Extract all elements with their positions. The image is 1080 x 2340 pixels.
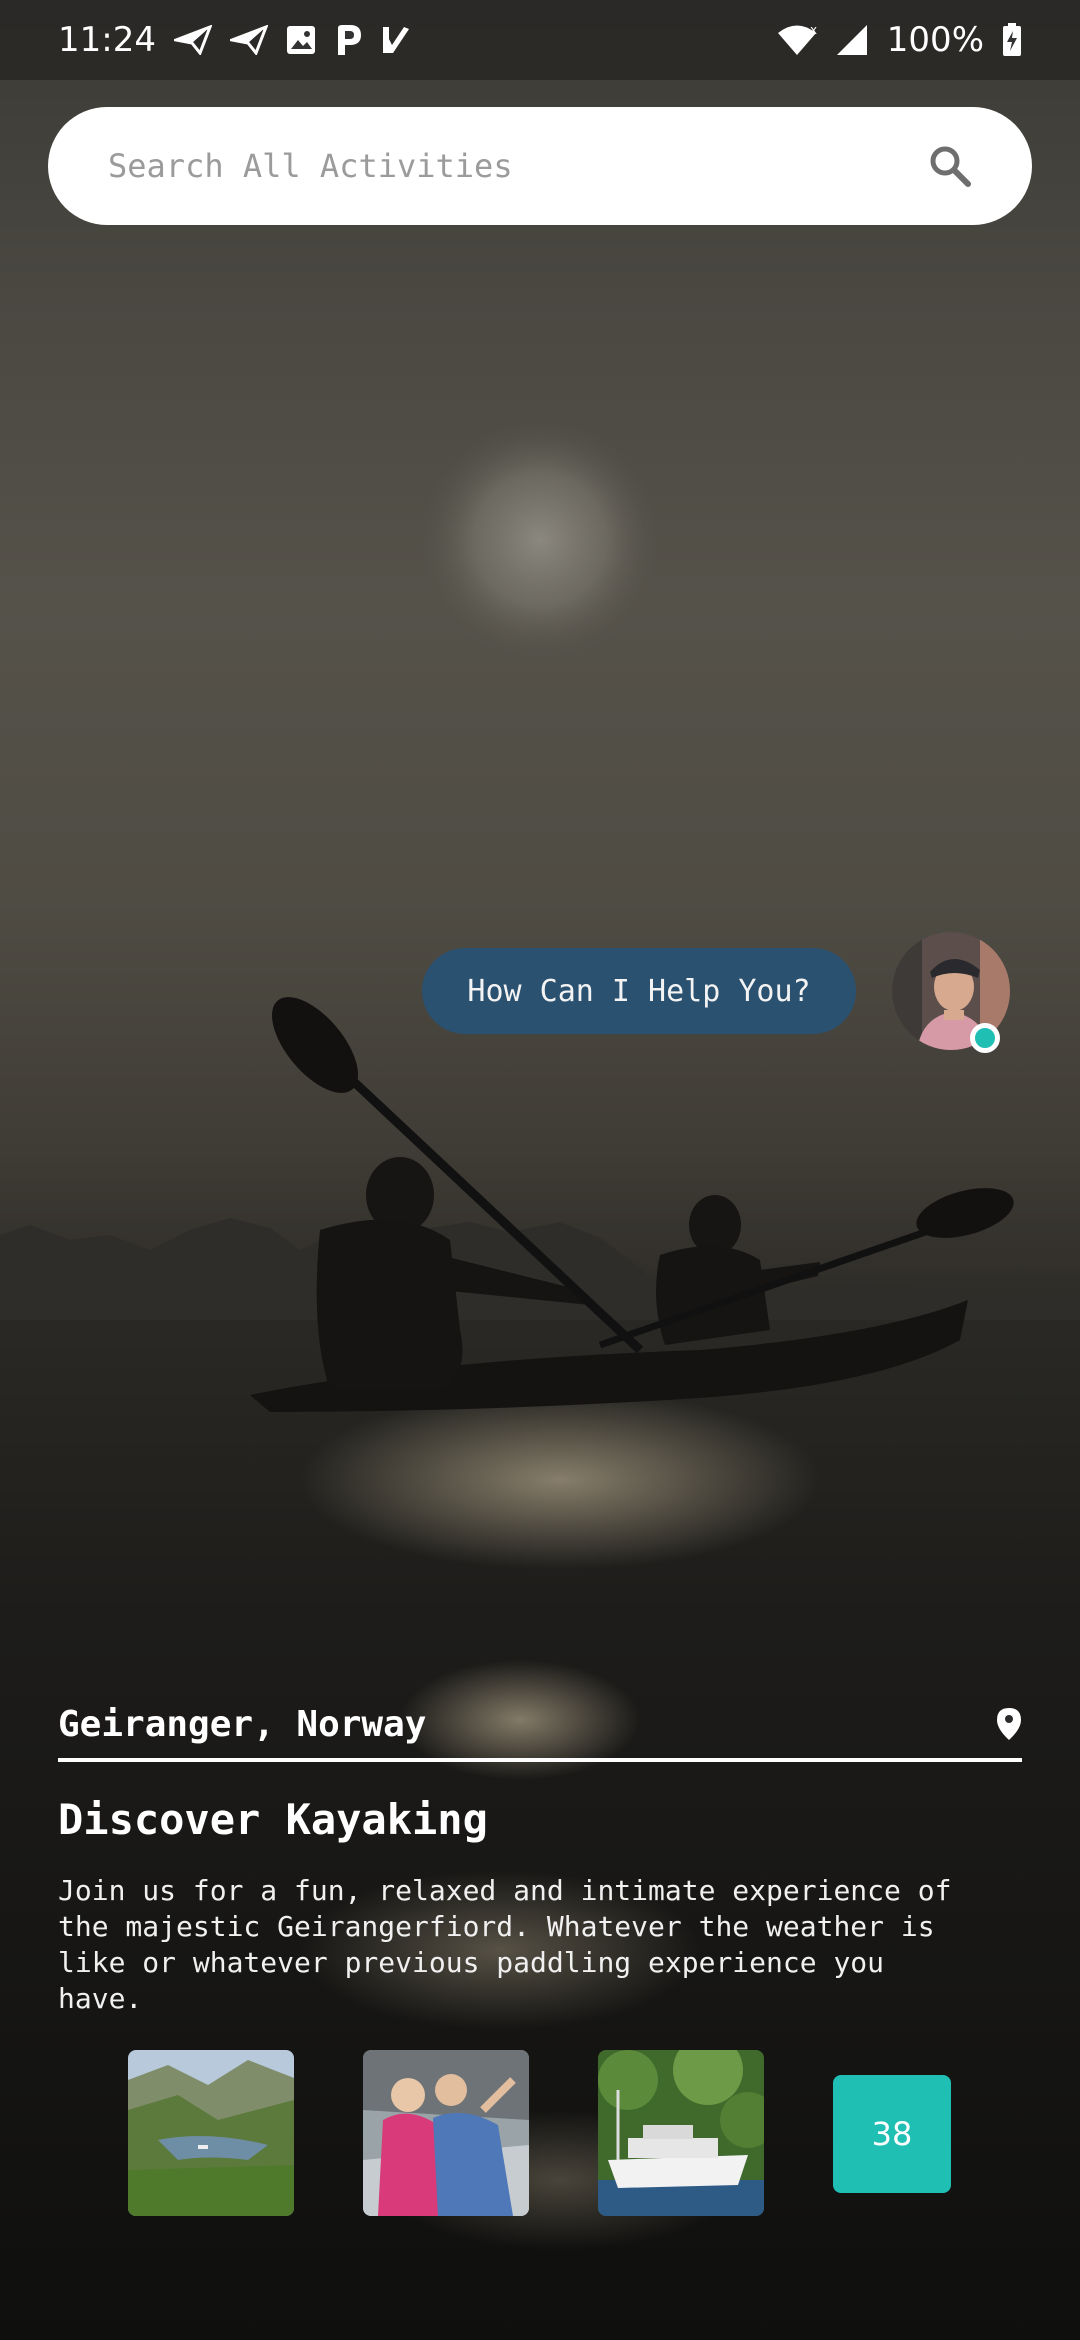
battery-percent: 100% (886, 20, 984, 60)
status-time: 11:24 (58, 20, 156, 60)
image-icon (286, 25, 316, 55)
help-chat-bubble[interactable]: How Can I Help You? (422, 948, 856, 1034)
svg-text:x: x (810, 24, 817, 37)
online-status-dot (970, 1023, 1000, 1053)
send-icon (229, 25, 268, 55)
parking-icon (334, 24, 362, 56)
wifi-icon: x (777, 24, 817, 56)
signal-icon (835, 24, 869, 56)
search-input[interactable] (108, 147, 926, 185)
more-photos-count[interactable]: 38 (833, 2075, 951, 2193)
map-pin-icon[interactable] (982, 1700, 1022, 1748)
thumbnail-fjord-valley[interactable] (128, 2050, 294, 2216)
search-bar[interactable] (48, 107, 1032, 225)
flag-check-icon (380, 25, 412, 55)
location-row[interactable]: Geiranger, Norway (58, 1690, 1022, 1762)
help-chat-text: How Can I Help You? (467, 973, 811, 1009)
send-icon (173, 25, 212, 55)
activity-title: Discover Kayaking (58, 1795, 488, 1844)
photo-strip: 38 (0, 2050, 1080, 2220)
thumbnail-ferry-boat[interactable] (598, 2050, 764, 2216)
activity-description: Join us for a fun, relaxed and intimate … (58, 1874, 952, 2015)
status-bar: 11:24 x 100% (0, 0, 1080, 80)
thumbnail-couple-on-boat[interactable] (363, 2050, 529, 2216)
battery-charging-icon (1002, 23, 1022, 57)
location-name: Geiranger, Norway (58, 1703, 427, 1745)
search-icon[interactable] (926, 142, 974, 190)
more-photos-count-label: 38 (871, 2115, 913, 2153)
